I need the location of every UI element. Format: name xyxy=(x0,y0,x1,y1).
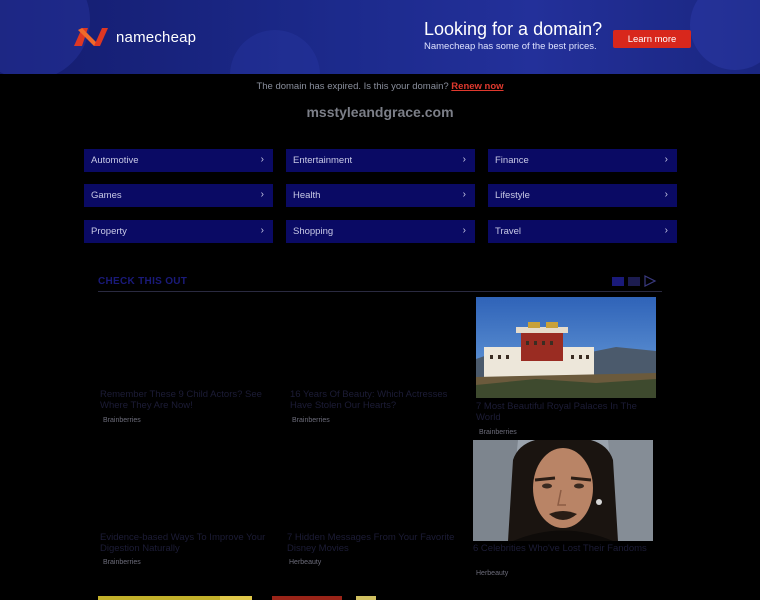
chevron-right-icon: › xyxy=(664,225,668,236)
card-source: Brainberries xyxy=(103,559,141,566)
category-travel[interactable]: Travel › xyxy=(488,220,677,243)
card-thumbnail[interactable] xyxy=(98,441,278,531)
card-title[interactable]: Evidence-based Ways To Improve Your Dige… xyxy=(100,532,275,554)
namecheap-banner[interactable]: namecheap Looking for a domain? Namechea… xyxy=(0,0,760,74)
banner-decoration xyxy=(230,30,320,74)
card-title[interactable]: 7 Hidden Messages From Your Favorite Dis… xyxy=(287,532,462,554)
category-finance[interactable]: Finance › xyxy=(488,149,677,172)
chevron-right-icon: › xyxy=(260,154,264,165)
category-games[interactable]: Games › xyxy=(84,184,273,207)
chevron-right-icon: › xyxy=(462,189,466,200)
next-row-thumbnail[interactable] xyxy=(356,596,376,600)
category-health[interactable]: Health › xyxy=(286,184,475,207)
namecheap-logo[interactable]: namecheap xyxy=(72,26,196,48)
banner-decoration xyxy=(690,0,760,70)
chevron-right-icon: › xyxy=(462,154,466,165)
expired-text: The domain has expired. Is this your dom… xyxy=(256,81,449,92)
card-thumbnail[interactable] xyxy=(287,441,467,531)
chevron-right-icon: › xyxy=(260,225,264,236)
category-label: Games xyxy=(91,190,122,201)
category-label: Lifestyle xyxy=(495,190,530,201)
category-label: Automotive xyxy=(91,155,139,166)
palace-photo[interactable] xyxy=(476,297,656,398)
renew-now-link[interactable]: Renew now xyxy=(451,81,503,92)
feed-heading: CHECK THIS OUT xyxy=(98,276,188,287)
category-label: Health xyxy=(293,190,321,201)
expired-notice: The domain has expired. Is this your dom… xyxy=(0,81,760,92)
category-lifestyle[interactable]: Lifestyle › xyxy=(488,184,677,207)
brand-wordmark: namecheap xyxy=(116,28,197,46)
feed-divider xyxy=(98,291,662,292)
chevron-right-icon: › xyxy=(260,189,264,200)
card-title[interactable]: 7 Most Beautiful Royal Palaces In The Wo… xyxy=(476,401,651,423)
next-row-thumbnail[interactable] xyxy=(220,596,252,600)
category-automotive[interactable]: Automotive › xyxy=(84,149,273,172)
chevron-right-icon: › xyxy=(664,154,668,165)
card-source: Herbeauty xyxy=(476,570,509,577)
category-label: Entertainment xyxy=(293,155,353,166)
namecheap-logo-icon xyxy=(74,28,108,46)
next-row-thumbnail[interactable] xyxy=(98,596,220,600)
promo-subtitle: Namecheap has some of the best prices. xyxy=(424,41,597,52)
celebrity-photo[interactable] xyxy=(473,440,653,541)
learn-more-button[interactable]: Learn more xyxy=(613,30,691,48)
card-source: Brainberries xyxy=(479,429,517,436)
category-entertainment[interactable]: Entertainment › xyxy=(286,149,475,172)
card-title[interactable]: 6 Celebrities Who've Lost Their Fandoms xyxy=(473,543,648,554)
card-thumbnail[interactable] xyxy=(98,298,278,390)
promo-title: Looking for a domain? xyxy=(424,19,603,39)
card-thumbnail[interactable] xyxy=(287,298,467,390)
category-label: Travel xyxy=(495,226,522,237)
chevron-right-icon: › xyxy=(664,189,668,200)
card-title[interactable]: 16 Years Of Beauty: Which Actresses Have… xyxy=(290,389,470,411)
category-label: Shopping xyxy=(293,226,334,237)
category-property[interactable]: Property › xyxy=(84,220,273,243)
chevron-right-icon: › xyxy=(462,225,466,236)
next-row-thumbnail[interactable] xyxy=(272,596,342,600)
ad-choices-icon[interactable] xyxy=(612,275,657,287)
card-source: Brainberries xyxy=(292,417,330,424)
category-shopping[interactable]: Shopping › xyxy=(286,220,475,243)
domain-name: msstyleandgrace.com xyxy=(306,104,454,120)
card-source: Brainberries xyxy=(103,417,141,424)
palace-image xyxy=(476,297,656,398)
category-label: Finance xyxy=(495,155,529,166)
card-source: Herbeauty xyxy=(289,559,322,566)
category-label: Property xyxy=(91,226,127,237)
card-title[interactable]: Remember These 9 Child Actors? See Where… xyxy=(100,389,275,411)
celebrity-portrait-image xyxy=(473,440,653,541)
